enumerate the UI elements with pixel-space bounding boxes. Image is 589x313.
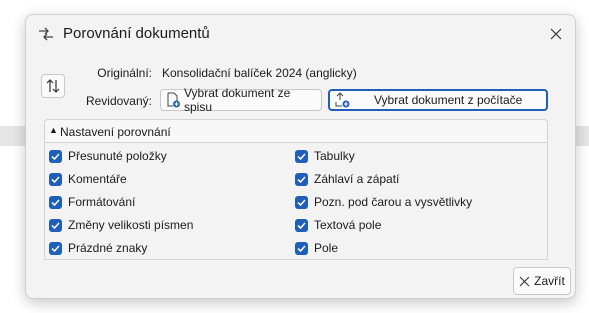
close-dialog-button[interactable]: Zavřít — [513, 267, 571, 295]
option-label: Formátování — [68, 195, 136, 209]
compare-settings-header[interactable]: ▲ Nastavení porovnání — [44, 119, 548, 143]
option-moved-items[interactable]: Přesunuté položky — [49, 149, 167, 163]
checkbox-checked-icon — [295, 195, 308, 209]
option-label: Tabulky — [314, 149, 355, 163]
option-label: Změny velikosti písmen — [68, 218, 194, 232]
checkbox-checked-icon — [295, 149, 308, 163]
select-from-computer-button[interactable]: Vybrat dokument z počítače — [328, 89, 548, 111]
option-footnotes-endnotes[interactable]: Pozn. pod čarou a vysvětlivky — [295, 195, 472, 209]
select-from-file-button[interactable]: Vybrat dokument ze spisu — [160, 86, 322, 114]
checkbox-checked-icon — [295, 172, 308, 186]
option-label: Pole — [314, 241, 339, 255]
option-fields[interactable]: Pole — [295, 241, 338, 255]
original-label: Originální: — [97, 66, 152, 80]
checkbox-checked-icon — [295, 241, 308, 255]
upload-add-icon — [335, 92, 351, 108]
option-label: Záhlaví a zápatí — [314, 172, 400, 186]
collapse-triangle-icon: ▲ — [49, 125, 58, 135]
compare-settings-panel: ▲ Nastavení porovnání Přesunuté položky … — [44, 119, 548, 260]
revised-label: Revidovaný: — [85, 94, 152, 108]
document-add-icon — [166, 92, 181, 108]
checkbox-checked-icon — [49, 218, 62, 232]
option-label: Pozn. pod čarou a vysvětlivky — [314, 195, 473, 209]
checkbox-checked-icon — [49, 241, 62, 255]
checkbox-checked-icon — [295, 218, 308, 232]
option-label: Přesunuté položky — [68, 149, 167, 163]
option-case-changes[interactable]: Změny velikosti písmen — [49, 218, 193, 232]
checkbox-checked-icon — [49, 172, 62, 186]
original-document-value: Konsolidační balíček 2024 (anglicky) — [162, 66, 357, 80]
select-from-file-label: Vybrat dokument ze spisu — [184, 86, 291, 114]
option-label: Prázdné znaky — [68, 241, 148, 255]
swap-documents-button[interactable] — [41, 74, 65, 98]
select-from-computer-label: Vybrat dokument z počítače — [374, 93, 523, 107]
compare-documents-dialog: Porovnání dokumentů Originální: Konsolid… — [25, 14, 576, 299]
compare-settings-body: Přesunuté položky Komentáře Formátování … — [44, 143, 548, 260]
option-comments[interactable]: Komentáře — [49, 172, 127, 186]
swap-vertical-icon — [46, 79, 60, 93]
option-label: Komentáře — [68, 172, 127, 186]
option-formatting[interactable]: Formátování — [49, 195, 135, 209]
option-label: Textová pole — [314, 218, 382, 232]
option-text-boxes[interactable]: Textová pole — [295, 218, 381, 232]
compare-arrows-icon — [38, 26, 54, 42]
close-dialog-label: Zavřít — [534, 274, 565, 288]
option-headers-footers[interactable]: Záhlaví a zápatí — [295, 172, 399, 186]
compare-settings-title: Nastavení porovnání — [60, 125, 171, 139]
close-icon — [550, 28, 562, 40]
option-tables[interactable]: Tabulky — [295, 149, 355, 163]
dialog-title: Porovnání dokumentů — [63, 25, 210, 42]
checkbox-checked-icon — [49, 149, 62, 163]
close-button[interactable] — [543, 22, 569, 46]
option-whitespace[interactable]: Prázdné znaky — [49, 241, 147, 255]
close-icon — [519, 276, 530, 286]
checkbox-checked-icon — [49, 195, 62, 209]
